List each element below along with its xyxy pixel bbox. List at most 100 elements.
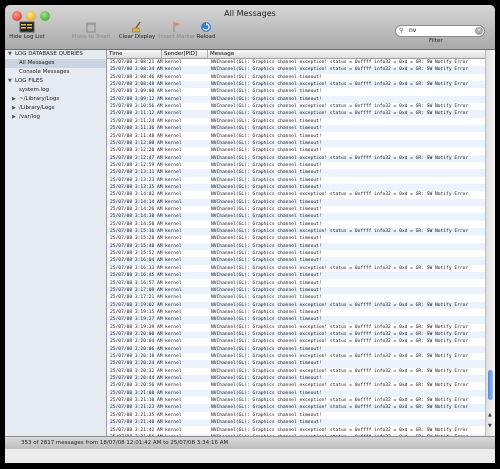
table-row[interactable]: 25/07/08 3:11:12 AM kernel NVChannel(GL): … <box>107 110 485 118</box>
table-row[interactable]: 25/07/08 3:11:48 AM kernel NVChannel(GL): … <box>107 133 485 140</box>
table-row[interactable]: 25/07/08 3:15:52 AM kernel NVChannel(GL): … <box>107 250 485 257</box>
table-row[interactable]: 25/07/08 3:14:14 AM kernel NVChannel(GL): … <box>107 198 485 206</box>
table-row[interactable]: 25/07/08 3:19:15 AM kernel NVChannel(GL): … <box>107 309 485 316</box>
cell-message: NVChannel(GL): Graphics channel timeout! <box>211 133 322 139</box>
reload-button[interactable]: Reload <box>191 21 221 48</box>
table-row[interactable]: 25/07/08 3:13:23 AM kernel NVChannel(GL): … <box>107 177 485 184</box>
table-row[interactable]: 25/07/08 3:16:04 AM kernel NVChannel(GL): … <box>107 257 485 265</box>
cell-time: 25/07/08 3:11:36 AM <box>110 126 163 132</box>
table-row[interactable]: 25/07/08 3:20:56 AM kernel NVChannel(GL): … <box>107 382 485 389</box>
move-to-trash-button[interactable]: Move to Trash <box>71 21 111 48</box>
table-row[interactable]: 25/07/08 3:09:12 AM kernel NVChannel(GL): … <box>107 95 485 104</box>
clear-search-icon[interactable]: × <box>475 27 483 35</box>
table-row[interactable]: 25/07/08 3:21:42 AM kernel NVChannel(GL): … <box>107 427 485 434</box>
table-row[interactable]: 25/07/08 3:21:10 AM kernel NVChannel(GL): … <box>107 397 485 404</box>
table-row[interactable]: 25/07/08 3:19:39 AM kernel NVChannel(GL): … <box>107 324 485 331</box>
table-row[interactable]: 25/07/08 3:08:48 AM kernel NVChannel(GL): … <box>107 81 485 89</box>
table-row[interactable]: 25/07/08 3:20:44 AM kernel NVChannel(GL): … <box>107 375 485 383</box>
cell-sender: kernel <box>165 199 182 205</box>
disclosure-closed-icon[interactable]: ▶ <box>12 104 16 113</box>
table-row[interactable]: 25/07/08 3:15:16 AM kernel NVChannel(GL): … <box>107 228 485 236</box>
table-row[interactable]: 25/07/08 3:12:59 AM kernel NVChannel(GL): … <box>107 162 485 169</box>
disclosure-closed-icon[interactable]: ▶ <box>12 113 16 122</box>
scrollbar-thumb[interactable] <box>488 370 493 400</box>
table-row[interactable]: 25/07/08 3:20:24 AM kernel NVChannel(GL): … <box>107 360 485 368</box>
cell-message: NVChannel(GL): Graphics channel timeout! <box>211 287 322 293</box>
table-row[interactable]: 25/07/08 3:20:18 AM kernel NVChannel(GL): … <box>107 353 485 360</box>
cell-sender: kernel <box>165 324 182 330</box>
table-row[interactable]: 25/07/08 3:21:35 AM kernel NVChannel(GL): … <box>107 412 485 419</box>
table-row[interactable]: 25/07/08 3:14:50 AM kernel NVChannel(GL): … <box>107 221 485 228</box>
table-row[interactable]: 25/07/08 3:19:27 AM kernel NVChannel(GL): … <box>107 316 485 324</box>
table-row[interactable]: 25/07/08 3:17:21 AM kernel NVChannel(GL): … <box>107 294 485 301</box>
sidebar-item-system-log[interactable]: system.log <box>5 86 106 95</box>
table-row[interactable]: 25/07/08 3:16:45 AM kernel NVChannel(GL): … <box>107 272 485 280</box>
sidebar-item-console-messages[interactable]: Console Messages <box>5 68 106 77</box>
clear-display-button[interactable]: Clear Display <box>117 21 157 48</box>
cell-time: 25/07/08 3:21:40 AM <box>110 420 163 426</box>
table-row[interactable]: 25/07/08 3:12:00 AM kernel NVChannel(GL): … <box>107 139 485 148</box>
hide-log-list-button[interactable]: Hide Log List <box>7 21 47 48</box>
table-row[interactable]: 25/07/08 3:15:28 AM kernel NVChannel(GL): … <box>107 235 485 242</box>
table-row[interactable]: 25/07/08 3:08:21 AM kernel NVChannel(GL): … <box>107 59 485 66</box>
table-row[interactable]: 25/07/08 3:17:09 AM kernel NVChannel(GL): … <box>107 286 485 295</box>
log-message-table[interactable]: Time Sender[PID] Message 25/07/08 3:08:2… <box>107 50 485 436</box>
column-header-time[interactable]: Time <box>107 50 162 58</box>
sidebar-item-library-logs[interactable]: ▶ /Library/Logs <box>5 104 106 113</box>
table-row[interactable]: 25/07/08 3:16:33 AM kernel NVChannel(GL): … <box>107 265 485 272</box>
table-row[interactable]: 25/07/08 3:16:57 AM kernel NVChannel(GL): … <box>107 280 485 287</box>
cell-time: 25/07/08 3:20:00 AM <box>110 331 163 337</box>
cell-message: NVChannel(GL): Graphics channel timeout! <box>211 177 322 183</box>
column-header-sender[interactable]: Sender[PID] <box>162 50 208 58</box>
cell-sender: kernel <box>165 221 182 227</box>
table-row[interactable]: 25/07/08 3:13:35 AM kernel NVChannel(GL): … <box>107 183 485 192</box>
window-title: All Messages <box>224 9 276 18</box>
cell-message: NVChannel(GL): Graphics channel timeout! <box>211 273 322 279</box>
scroll-down-icon[interactable]: ▼ <box>488 423 492 429</box>
sidebar-group-log-files[interactable]: ▼ LOG FILES <box>5 77 106 86</box>
table-row[interactable]: 25/07/08 3:20:00 AM kernel NVChannel(GL): … <box>107 330 485 339</box>
table-row[interactable]: 25/07/08 3:19:02 AM kernel NVChannel(GL): … <box>107 301 485 309</box>
cell-sender: kernel <box>165 140 182 146</box>
cell-sender: kernel <box>165 346 182 352</box>
table-row[interactable]: 25/07/08 3:11:36 AM kernel NVChannel(GL): … <box>107 125 485 133</box>
disclosure-open-icon[interactable]: ▼ <box>8 50 12 59</box>
console-window: All Messages Hide Log List Move to Trash <box>5 5 495 463</box>
cell-sender: kernel <box>165 331 182 337</box>
table-row[interactable]: 25/07/08 3:08:46 AM kernel NVChannel(GL): … <box>107 74 485 81</box>
sidebar-item-var-log[interactable]: ▶ /var/log <box>5 113 106 122</box>
cell-sender: kernel <box>165 104 182 110</box>
table-row[interactable]: 25/07/08 3:21:40 AM kernel NVChannel(GL): … <box>107 419 485 427</box>
table-row[interactable]: 25/07/08 3:12:20 AM kernel NVChannel(GL): … <box>107 147 485 154</box>
table-row[interactable]: 25/07/08 3:20:32 AM kernel NVChannel(GL): … <box>107 368 485 375</box>
table-row[interactable]: 25/07/08 3:14:38 AM kernel NVChannel(GL): … <box>107 213 485 221</box>
search-input[interactable]: ⚲ nv × <box>395 25 485 37</box>
table-row[interactable]: 25/07/08 3:13:11 AM kernel NVChannel(GL): … <box>107 169 485 177</box>
cell-message: NVChannel(GL): Graphics channel exceptio… <box>211 104 469 110</box>
cell-time: 25/07/08 3:21:35 AM <box>110 412 163 418</box>
table-row[interactable]: 25/07/08 3:20:04 AM kernel NVChannel(GL): … <box>107 338 485 345</box>
vertical-scrollbar[interactable]: ▲ ▼ <box>485 50 495 436</box>
sidebar-item-user-logs[interactable]: ▶ ~/Library/Logs <box>5 95 106 104</box>
table-row[interactable]: 25/07/08 3:11:24 AM kernel NVChannel(GL): … <box>107 118 485 125</box>
table-row[interactable]: 25/07/08 3:08:34 AM kernel NVChannel(GL): … <box>107 66 485 74</box>
scroll-up-icon[interactable]: ▲ <box>488 412 492 418</box>
column-header-message[interactable]: Message <box>208 50 485 58</box>
table-row[interactable]: 25/07/08 3:21:23 AM kernel NVChannel(GL): … <box>107 404 485 412</box>
sidebar-group-log-database-queries[interactable]: ▼ LOG DATABASE QUERIES <box>5 50 106 59</box>
table-row[interactable]: 25/07/08 3:15:40 AM kernel NVChannel(GL): … <box>107 242 485 251</box>
table-row[interactable]: 25/07/08 3:10:56 AM kernel NVChannel(GL): … <box>107 103 485 110</box>
table-row[interactable]: 25/07/08 3:14:26 AM kernel NVChannel(GL): … <box>107 206 485 213</box>
table-row[interactable]: 25/07/08 3:21:08 AM kernel NVChannel(GL): … <box>107 389 485 398</box>
cell-message: NVChannel(GL): Graphics channel timeout! <box>211 126 322 132</box>
cell-sender: kernel <box>165 74 182 80</box>
table-row[interactable]: 25/07/08 3:20:06 AM kernel NVChannel(GL): … <box>107 345 485 353</box>
sidebar-item-all-messages[interactable]: All Messages <box>5 59 106 68</box>
cell-time: 25/07/08 3:20:44 AM <box>110 376 163 382</box>
table-row[interactable]: 25/07/08 3:14:02 AM kernel NVChannel(GL): … <box>107 191 485 198</box>
disclosure-closed-icon[interactable]: ▶ <box>12 95 16 104</box>
table-row[interactable]: 25/07/08 3:09:00 AM kernel NVChannel(GL): … <box>107 88 485 95</box>
disclosure-open-icon[interactable]: ▼ <box>8 77 12 86</box>
clear-display-label: Clear Display <box>118 34 156 40</box>
table-row[interactable]: 25/07/08 3:12:47 AM kernel NVChannel(GL): … <box>107 154 485 162</box>
